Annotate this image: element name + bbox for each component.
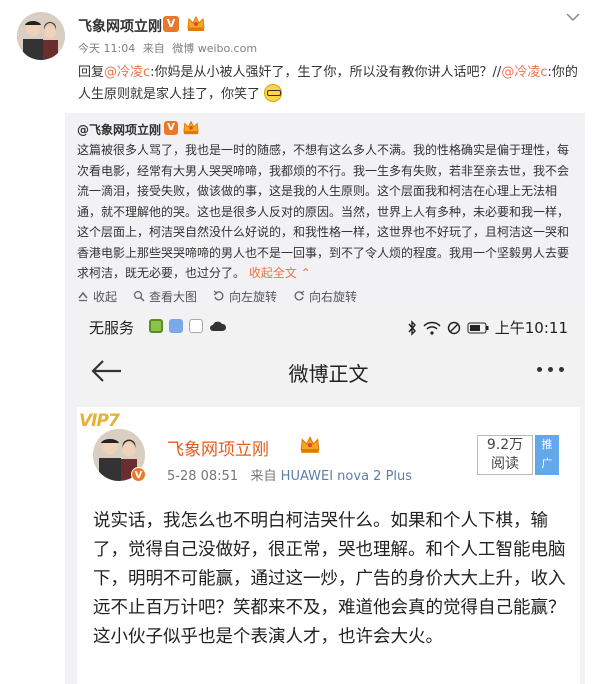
reply-text: 回复@冷凌c:你妈是从小被人强奸了，生了你，所以没有教你讲人话吧？//@冷凌c:…	[78, 62, 578, 106]
collapse-button[interactable]: 收起	[77, 288, 117, 305]
card-device[interactable]: HUAWEI nova 2 Plus	[281, 469, 412, 484]
post-header: 飞象网项立刚 V 今天 11:04 来自 微博 weibo.com	[0, 0, 593, 60]
card-author-name[interactable]: 飞象网项立刚	[167, 435, 269, 460]
embedded-phone-screenshot[interactable]: 无服务 上午10:11 微博正文 VIP7 V 飞象网项立刚 5-28 08:5…	[77, 311, 580, 684]
author-avatar[interactable]	[17, 12, 65, 60]
weibo-card: VIP7 V 飞象网项立刚 5-28 08:51 来自 HUAWEI nova …	[77, 407, 580, 684]
author-name[interactable]: 飞象网项立刚	[78, 16, 162, 36]
bluetooth-icon	[408, 319, 416, 336]
rotate-right-button[interactable]: 向右旋转	[293, 288, 357, 305]
promote-button[interactable]: 推 广	[535, 435, 559, 475]
phone-status-bar: 无服务 上午10:11	[77, 311, 580, 341]
card-body-text: 说实话，我怎么也不明白柯洁哭什么。如果和个人下棋，输了，觉得自己没做好，很正常，…	[93, 511, 566, 647]
rotate-left-label: 向左旋转	[229, 289, 278, 304]
view-large-image-button[interactable]: 查看大图	[133, 288, 197, 305]
image-action-bar: 收起 查看大图 向左旋转 向右旋转	[77, 286, 357, 306]
repost-box: @飞象网项立刚 V 这篇被很多人骂了，我也是一时的随感，不想有这么多人不满。我的…	[65, 113, 585, 684]
promote-label-bottom: 广	[541, 457, 553, 470]
read-count-value: 9.2万	[486, 437, 524, 453]
crown-icon	[300, 436, 320, 453]
mention-link[interactable]: @冷凌c	[501, 65, 547, 80]
repost-body: 这篇被很多人骂了，我也是一时的随感，不想有这么多人不满。我的性格确实是偏于理性，…	[77, 143, 570, 280]
promote-label-top: 推	[541, 438, 553, 451]
status-app-icons	[149, 319, 227, 333]
repost-author[interactable]: @飞象网项立刚	[77, 121, 161, 138]
app-notification-icon	[149, 319, 163, 333]
crown-icon	[187, 15, 205, 31]
post-source[interactable]: 微博 weibo.com	[172, 42, 257, 55]
signal-icon	[447, 321, 460, 334]
cloud-icon	[210, 321, 227, 331]
rotate-right-icon	[294, 290, 305, 301]
status-time: 上午10:11	[494, 319, 568, 337]
mention-link[interactable]: @冷凌c	[104, 65, 150, 80]
rotate-right-label: 向右旋转	[309, 289, 358, 304]
read-count-box: 9.2万 阅读	[477, 435, 533, 475]
card-date: 5-28 08:51	[167, 469, 239, 484]
carrier-label: 无服务	[89, 319, 135, 337]
verified-badge: V	[131, 467, 146, 482]
battery-icon	[467, 322, 489, 333]
verified-badge: V	[164, 121, 178, 135]
read-count-label: 阅读	[491, 456, 519, 472]
post-time[interactable]: 今天 11:04	[78, 42, 135, 55]
rotate-left-icon	[213, 290, 224, 301]
zoom-in-icon	[133, 290, 145, 302]
source-prefix: 来自	[142, 42, 165, 55]
status-right: 上午10:11	[407, 317, 568, 338]
card-source-prefix: 来自	[250, 469, 277, 484]
phone-page-title: 微博正文	[288, 362, 369, 386]
collapse-label: 收起	[93, 289, 118, 304]
card-meta: 5-28 08:51 来自 HUAWEI nova 2 Plus	[167, 465, 412, 484]
repost-text: 这篇被很多人骂了，我也是一时的随感，不想有这么多人不满。我的性格确实是偏于理性，…	[77, 140, 580, 284]
reply-prefix: 回复	[78, 65, 105, 80]
phone-title-bar: 微博正文	[77, 345, 580, 397]
app-notification-icon	[189, 319, 203, 333]
collapse-full-text-link[interactable]: 收起全文 ⌃	[249, 266, 311, 280]
verified-badge: V	[163, 16, 179, 32]
vip-badge: VIP7	[79, 411, 120, 431]
view-large-label: 查看大图	[149, 289, 198, 304]
wifi-icon	[423, 321, 441, 335]
chevron-down-icon[interactable]	[566, 12, 580, 22]
rotate-left-button[interactable]: 向左旋转	[213, 288, 277, 305]
more-options-icon[interactable]	[537, 367, 564, 372]
app-notification-icon	[169, 319, 183, 333]
post-meta: 今天 11:04 来自 微博 weibo.com	[78, 40, 261, 56]
sunglasses-emoji-icon	[264, 84, 283, 102]
crown-icon	[183, 120, 199, 135]
collapse-up-icon	[78, 291, 88, 302]
reply-body-1: :你妈是从小被人强奸了，生了你，所以没有教你讲人话吧？//	[150, 65, 502, 80]
